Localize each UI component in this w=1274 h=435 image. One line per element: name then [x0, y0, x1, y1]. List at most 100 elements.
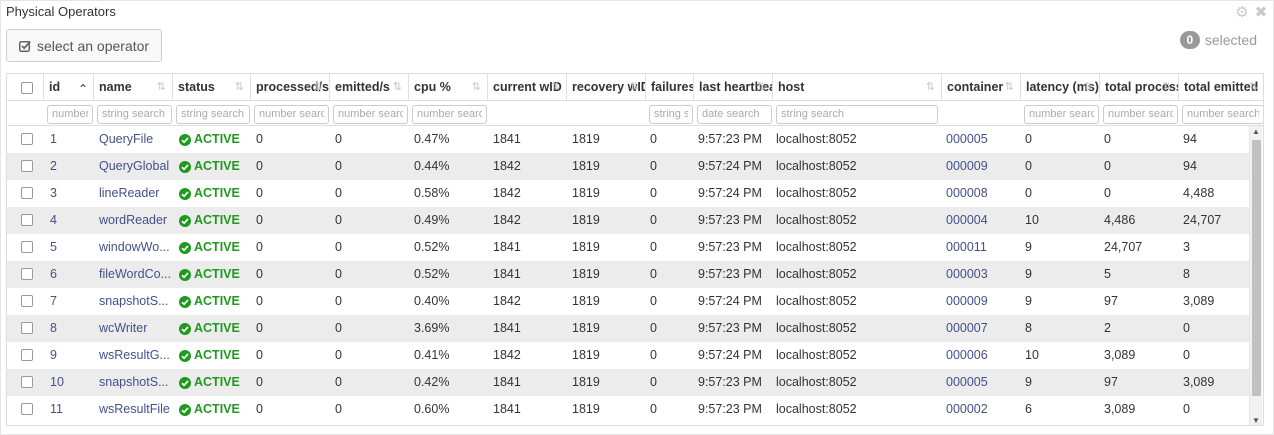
- column-header-container[interactable]: container ⇅: [942, 74, 1021, 101]
- row-checkbox[interactable]: [21, 187, 33, 199]
- cell-name[interactable]: snapshotS...: [99, 288, 173, 315]
- cell-container[interactable]: 000008: [946, 180, 1021, 207]
- cell-id[interactable]: 9: [50, 342, 94, 369]
- column-header-heartbeat[interactable]: last heartbeat ⇅: [694, 74, 773, 101]
- column-header-current-wid[interactable]: current wID ⇅: [488, 74, 567, 101]
- cell-container[interactable]: 000005: [946, 369, 1021, 396]
- filter-input-total-processed[interactable]: [1103, 104, 1178, 124]
- column-header-latency[interactable]: latency (ms) ⇅: [1021, 74, 1100, 101]
- cell-id[interactable]: 11: [50, 396, 94, 423]
- cell-id[interactable]: 10: [50, 369, 94, 396]
- scroll-up-icon[interactable]: ▲: [1252, 127, 1260, 136]
- cell-container[interactable]: 000011: [946, 234, 1021, 261]
- row-checkbox[interactable]: [21, 133, 33, 145]
- column-header-total-processed[interactable]: total processed⇅: [1100, 74, 1179, 101]
- sort-icon[interactable]: ⇅: [393, 74, 402, 101]
- filter-input-name[interactable]: [97, 104, 172, 124]
- table-row[interactable]: 5 windowWo... ACTIVE 0 0 0.52% 1841 1819 0 9:57:2…: [7, 234, 1251, 261]
- cell-name[interactable]: wsResultFile: [99, 396, 173, 423]
- sort-icon[interactable]: ⇅: [235, 74, 244, 101]
- cell-container[interactable]: 000009: [946, 153, 1021, 180]
- cell-id[interactable]: 4: [50, 207, 94, 234]
- cell-name[interactable]: fileWordCo...: [99, 261, 173, 288]
- sort-icon[interactable]: ⇅: [551, 74, 560, 101]
- filter-input-processed[interactable]: [254, 104, 329, 124]
- table-row[interactable]: 4 wordReader ACTIVE 0 0 0.49% 1842 1819 0 9:57:23…: [7, 207, 1251, 234]
- sort-icon[interactable]: ⇅: [757, 74, 766, 101]
- column-header-host[interactable]: host ⇅: [773, 74, 942, 101]
- cell-container[interactable]: 000009: [946, 288, 1021, 315]
- cell-container[interactable]: 000007: [946, 315, 1021, 342]
- column-header-recovery-wid[interactable]: recovery wID ⇅: [567, 74, 646, 101]
- table-row[interactable]: 6 fileWordCo... ACTIVE 0 0 0.52% 1841 1819 0 9:57…: [7, 261, 1251, 288]
- filter-input-latency[interactable]: [1024, 104, 1099, 124]
- cell-name[interactable]: lineReader: [99, 180, 173, 207]
- row-checkbox[interactable]: [21, 268, 33, 280]
- filter-input-emitted[interactable]: [333, 104, 408, 124]
- cell-name[interactable]: wcWriter: [99, 315, 173, 342]
- gear-icon[interactable]: ⚙: [1235, 5, 1249, 20]
- sort-icon[interactable]: ⇅: [314, 74, 323, 101]
- cell-id[interactable]: 1: [50, 126, 94, 153]
- cell-name[interactable]: QueryGlobal: [99, 153, 173, 180]
- row-checkbox[interactable]: [21, 349, 33, 361]
- select-operator-button[interactable]: select an operator: [6, 29, 162, 62]
- cell-container[interactable]: 000006: [946, 342, 1021, 369]
- row-checkbox[interactable]: [21, 160, 33, 172]
- filter-input-failures[interactable]: [649, 104, 693, 124]
- column-header-total-emitted[interactable]: total emitted ⇅: [1179, 74, 1263, 101]
- cell-id[interactable]: 2: [50, 153, 94, 180]
- cell-id[interactable]: 8: [50, 315, 94, 342]
- cell-name[interactable]: wordReader: [99, 207, 173, 234]
- cell-container[interactable]: 000003: [946, 261, 1021, 288]
- column-header-id[interactable]: id ⌃: [44, 74, 94, 101]
- table-row[interactable]: 2 QueryGlobal ACTIVE 0 0 0.44% 1842 1819 0 9:57:2…: [7, 153, 1251, 180]
- row-checkbox[interactable]: [21, 214, 33, 226]
- filter-input-host[interactable]: [776, 104, 938, 124]
- column-header-name[interactable]: name ⇅: [94, 74, 173, 101]
- row-checkbox[interactable]: [21, 241, 33, 253]
- sort-ascending-icon[interactable]: ⌃: [78, 76, 88, 101]
- sort-icon[interactable]: ⇅: [472, 74, 481, 101]
- cell-name[interactable]: QueryFile: [99, 126, 173, 153]
- table-row[interactable]: 1 QueryFile ACTIVE 0 0 0.47% 1841 1819 0 9:57:23 …: [7, 126, 1251, 153]
- column-header-processed[interactable]: processed/s ⇅: [251, 74, 330, 101]
- close-icon[interactable]: ✖: [1254, 5, 1268, 20]
- table-row[interactable]: 7 snapshotS... ACTIVE 0 0 0.40% 1842 1819 0 9:57:…: [7, 288, 1251, 315]
- table-row[interactable]: 11 wsResultFile ACTIVE 0 0 0.60% 1841 1819 0 9:57…: [7, 396, 1251, 423]
- filter-input-heartbeat[interactable]: [697, 104, 772, 124]
- cell-id[interactable]: 5: [50, 234, 94, 261]
- sort-icon[interactable]: ⇅: [1005, 74, 1014, 101]
- cell-name[interactable]: windowWo...: [99, 234, 173, 261]
- scroll-down-icon[interactable]: ▼: [1252, 416, 1260, 425]
- cell-id[interactable]: 6: [50, 261, 94, 288]
- table-row[interactable]: 9 wsResultG... ACTIVE 0 0 0.41% 1842 1819 0 9:57:…: [7, 342, 1251, 369]
- sort-icon[interactable]: ⇅: [1163, 74, 1172, 101]
- row-checkbox[interactable]: [21, 295, 33, 307]
- scroll-thumb[interactable]: [1252, 140, 1261, 396]
- row-checkbox[interactable]: [21, 376, 33, 388]
- row-checkbox[interactable]: [21, 322, 33, 334]
- filter-input-status[interactable]: [176, 104, 250, 124]
- row-checkbox[interactable]: [21, 403, 33, 415]
- cell-container[interactable]: 000002: [946, 396, 1021, 423]
- table-row[interactable]: 3 lineReader ACTIVE 0 0 0.58% 1842 1819 0 9:57:24…: [7, 180, 1251, 207]
- filter-input-total-emitted[interactable]: [1182, 104, 1263, 124]
- sort-icon[interactable]: ⇅: [926, 74, 935, 101]
- cell-name[interactable]: snapshotS...: [99, 369, 173, 396]
- filter-input-id[interactable]: [47, 104, 93, 124]
- table-row[interactable]: 10 snapshotS... ACTIVE 0 0 0.42% 1841 1819 0 9:57…: [7, 369, 1251, 396]
- cell-container[interactable]: 000005: [946, 126, 1021, 153]
- table-row[interactable]: 8 wcWriter ACTIVE 0 0 3.69% 1841 1819 0 9:57:23 P…: [7, 315, 1251, 342]
- filter-input-cpu[interactable]: [412, 104, 487, 124]
- select-all-checkbox[interactable]: [21, 82, 33, 94]
- cell-container[interactable]: 000004: [946, 207, 1021, 234]
- cell-id[interactable]: 3: [50, 180, 94, 207]
- column-header-emitted[interactable]: emitted/s ⇅: [330, 74, 409, 101]
- vertical-scrollbar[interactable]: ▲ ▼: [1249, 126, 1262, 425]
- sort-icon[interactable]: ⇅: [630, 74, 639, 101]
- cell-name[interactable]: wsResultG...: [99, 342, 173, 369]
- sort-icon[interactable]: ⇅: [1084, 74, 1093, 101]
- column-header-cpu[interactable]: cpu % ⇅: [409, 74, 488, 101]
- column-header-failures[interactable]: failures: [646, 74, 694, 101]
